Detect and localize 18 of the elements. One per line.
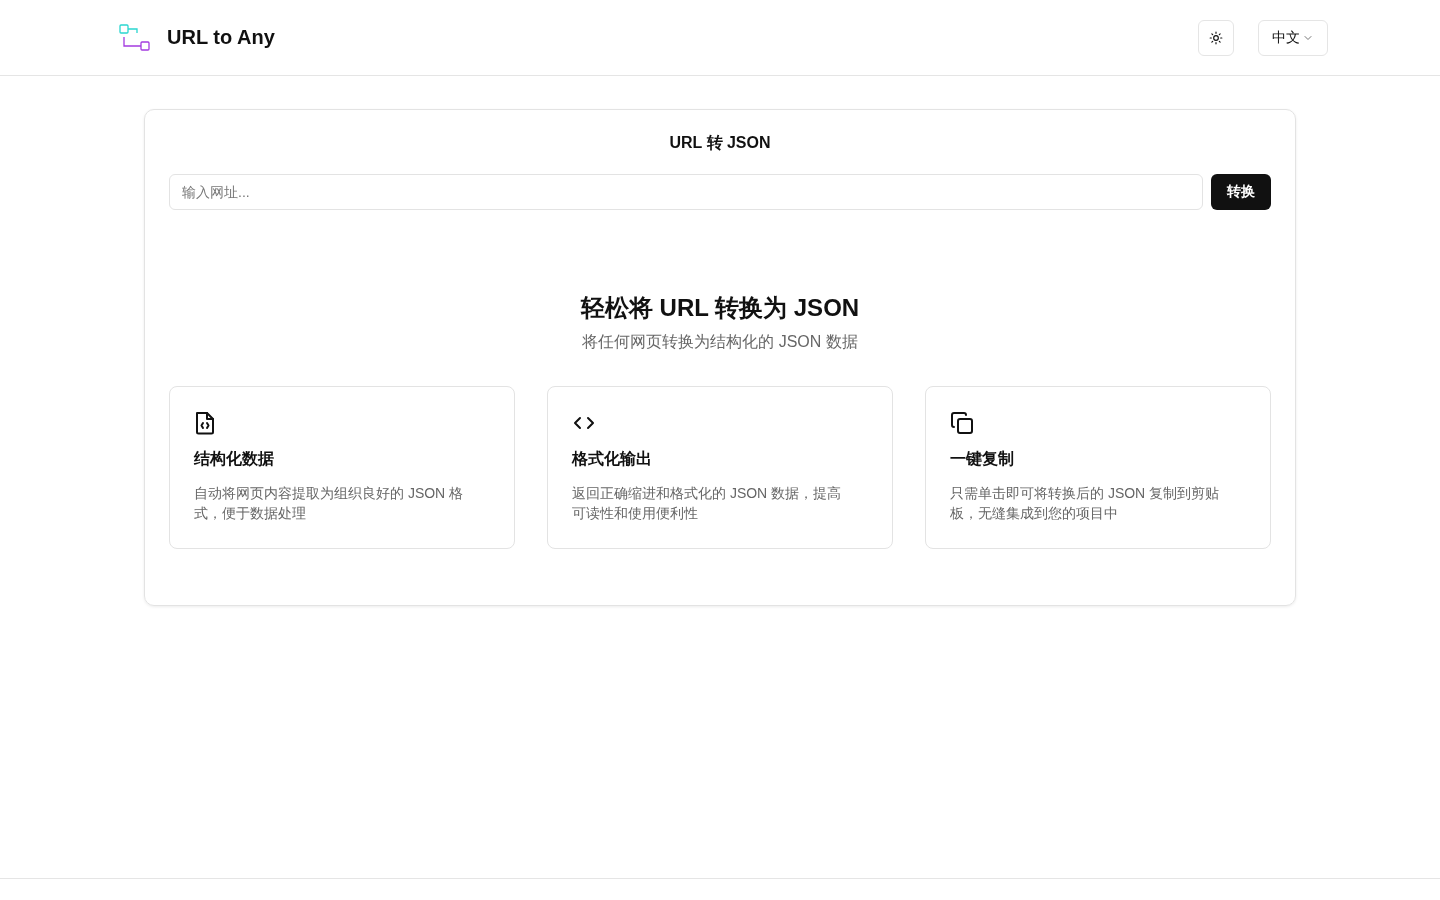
language-select[interactable]: 中文 <box>1258 19 1328 56</box>
hero-subheading: 将任何网页转换为结构化的 JSON 数据 <box>581 332 859 352</box>
feature-description: 只需单击即可将转换后的 JSON 复制到剪贴板，无缝集成到您的项目中 <box>950 484 1221 523</box>
feature-title: 格式化输出 <box>572 449 652 469</box>
feature-description: 自动将网页内容提取为组织良好的 JSON 格式，便于数据处理 <box>194 484 465 523</box>
card-title: URL 转 JSON <box>668 133 772 153</box>
file-code-icon <box>194 411 216 435</box>
copy-icon <box>950 411 974 435</box>
url-input-field[interactable]: 输入网址... <box>169 174 1203 210</box>
convert-button[interactable]: 转换 <box>1211 174 1271 210</box>
sun-icon <box>1209 30 1223 45</box>
logo-icon <box>119 23 151 52</box>
app-title: URL to Any <box>167 26 275 49</box>
feature-description: 返回正确缩进和格式化的 JSON 数据，提高可读性和使用便利性 <box>572 484 843 523</box>
feature-title: 一键复制 <box>950 449 1014 469</box>
theme-toggle-button[interactable] <box>1198 19 1234 56</box>
feature-title: 结构化数据 <box>194 449 274 469</box>
hero-heading: 轻松将 URL 转换为 JSON <box>579 293 861 323</box>
